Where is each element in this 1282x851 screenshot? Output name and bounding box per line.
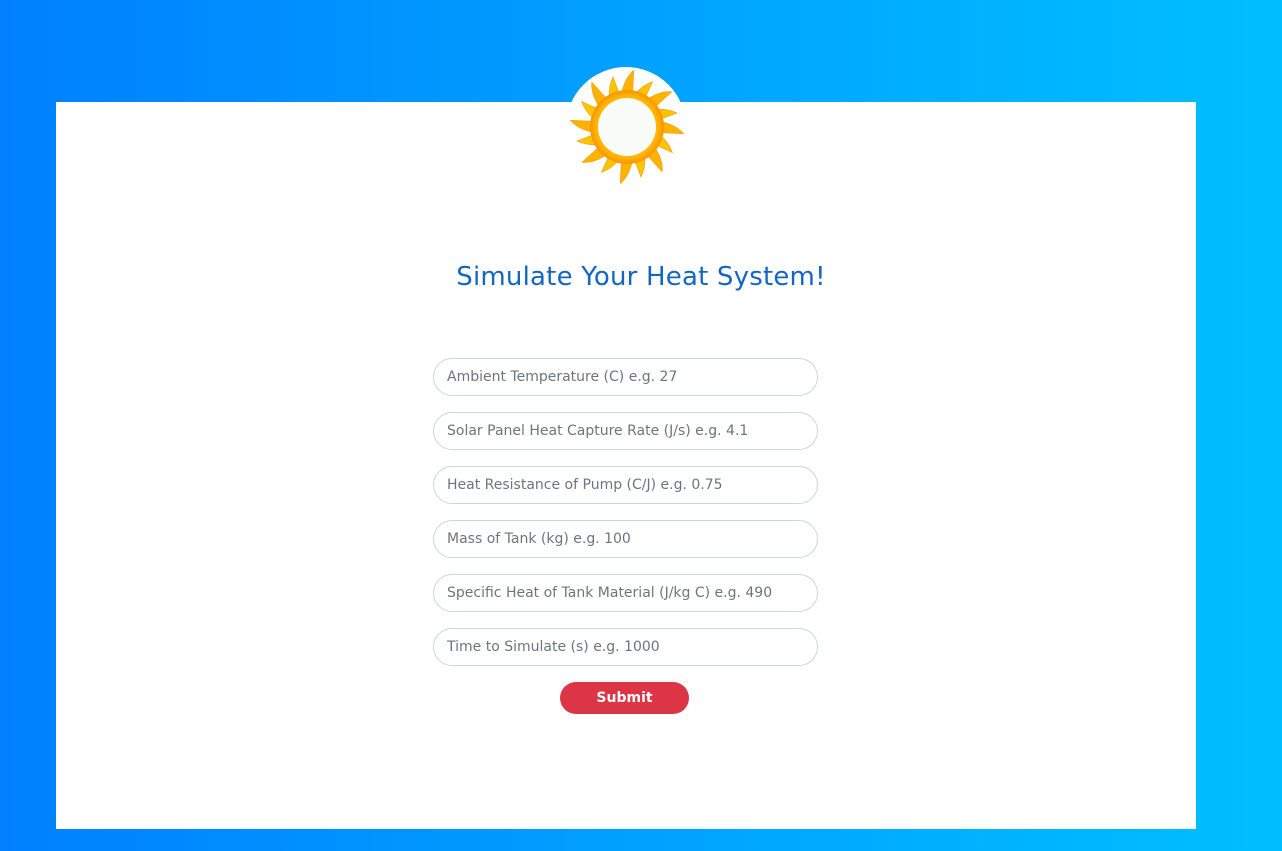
simulation-form [433,358,818,682]
mass-of-tank-input[interactable] [433,520,818,558]
sun-icon [569,69,685,185]
solar-panel-heat-capture-rate-input[interactable] [433,412,818,450]
submit-button[interactable]: Submit [560,682,689,714]
page-title: Simulate Your Heat System! [456,262,826,292]
time-to-simulate-input[interactable] [433,628,818,666]
heat-resistance-of-pump-input[interactable] [433,466,818,504]
specific-heat-of-tank-material-input[interactable] [433,574,818,612]
logo-badge [566,67,686,187]
ambient-temperature-input[interactable] [433,358,818,396]
